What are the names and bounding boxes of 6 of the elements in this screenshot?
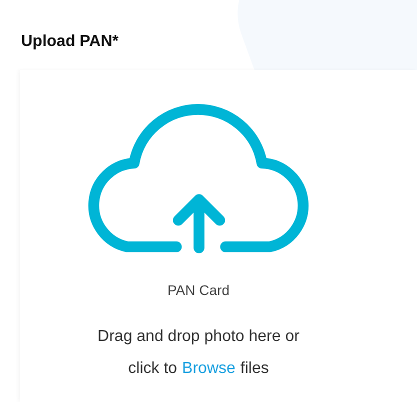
upload-instructions: Drag and drop photo here or bbox=[98, 327, 300, 347]
section-title: Upload PAN* bbox=[21, 32, 118, 52]
upload-caption: PAN Card bbox=[168, 281, 230, 300]
upload-dropzone[interactable]: PAN Card Drag and drop photo here or click to Browse files bbox=[20, 70, 417, 402]
upload-instructions: files bbox=[240, 359, 269, 379]
upload-instructions: click to bbox=[128, 359, 178, 379]
